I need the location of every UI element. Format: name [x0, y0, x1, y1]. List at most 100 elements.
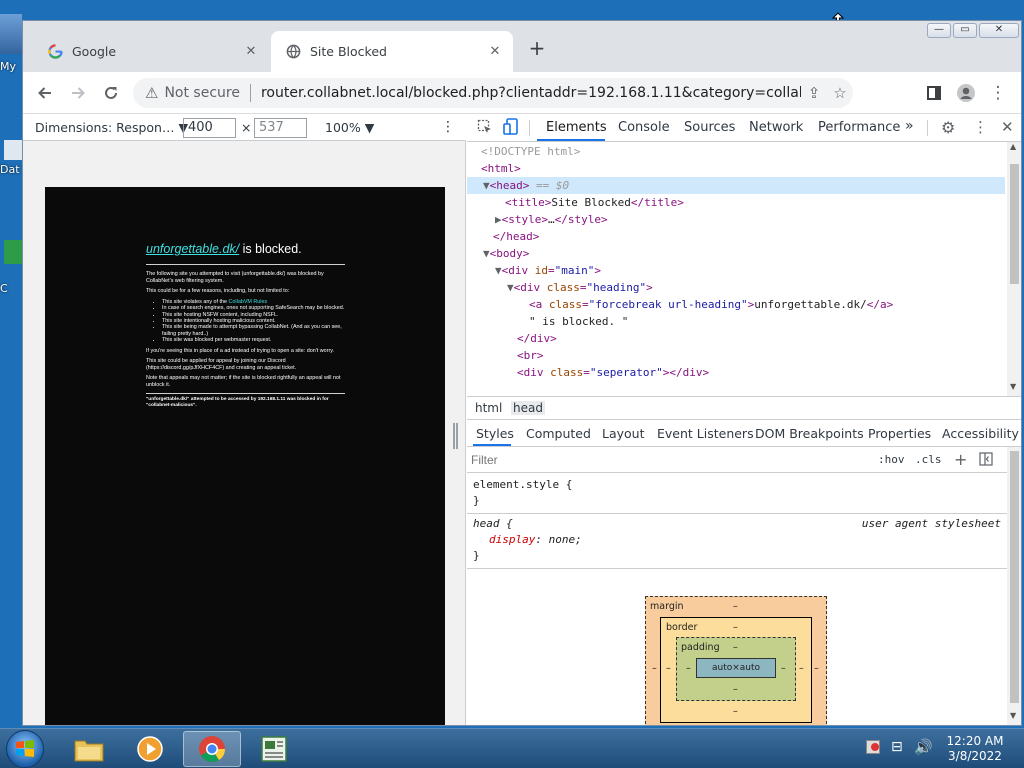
dom-node[interactable]: <div class="seperator"></div> [467, 364, 1005, 381]
tab-sources[interactable]: Sources [684, 120, 735, 135]
collapse-arrow-icon[interactable]: ▼ [483, 179, 490, 192]
margin-left-value[interactable]: – [652, 663, 657, 674]
new-rule-icon[interactable]: + [954, 450, 967, 469]
dom-node[interactable]: <title>Site Blocked</title> [467, 194, 1005, 211]
tab-computed[interactable]: Computed [526, 426, 591, 441]
taskbar-document[interactable] [245, 731, 303, 767]
scroll-down-icon[interactable]: ▼ [1010, 711, 1016, 720]
profile-avatar-icon[interactable] [954, 81, 978, 105]
margin-top-value[interactable]: – [733, 601, 738, 612]
dom-node[interactable]: <!DOCTYPE html> [467, 143, 1005, 160]
collabvm-rules-link[interactable]: CollabVM Rules [229, 299, 268, 305]
taskbar-explorer[interactable] [60, 731, 118, 767]
crumb-html[interactable]: html [475, 401, 502, 415]
dom-node[interactable]: <br> [467, 347, 1005, 364]
border-right-value[interactable]: – [799, 663, 804, 674]
new-tab-button[interactable]: + [523, 35, 551, 63]
taskbar-media-player[interactable] [121, 731, 179, 767]
tab-properties[interactable]: Properties [868, 426, 931, 441]
security-label[interactable]: Not secure [164, 85, 240, 101]
border-top-value[interactable]: – [733, 622, 738, 633]
desktop-icon-green[interactable] [4, 240, 22, 264]
close-tab-icon[interactable]: ✕ [485, 44, 505, 59]
chrome-menu-icon[interactable]: ⋮ [986, 81, 1010, 105]
computed-sidebar-icon[interactable] [979, 452, 993, 469]
dom-node[interactable]: </div> [467, 330, 1005, 347]
scroll-thumb[interactable] [1010, 451, 1019, 703]
desktop-icon-computer[interactable] [0, 14, 22, 54]
maximize-button[interactable]: ▭ [953, 23, 977, 38]
rule-source[interactable]: user agent stylesheet [862, 516, 1001, 532]
tab-elements[interactable]: Elements [546, 120, 607, 135]
network-icon[interactable]: ⊟ [891, 739, 903, 755]
dom-node[interactable]: " is blocked. " [467, 313, 1005, 330]
scroll-up-icon[interactable]: ▲ [1010, 142, 1016, 151]
settings-gear-icon[interactable]: ⚙ [941, 118, 955, 137]
url-text[interactable]: router.collabnet.local/blocked.php?clien… [261, 85, 801, 101]
hover-state-toggle[interactable]: :hov [878, 453, 905, 466]
scroll-thumb[interactable] [1010, 164, 1019, 284]
class-toggle[interactable]: .cls [915, 453, 942, 466]
volume-icon[interactable]: 🔊 [914, 738, 933, 756]
tab-dom-breakpoints[interactable]: DOM Breakpoints [755, 426, 864, 441]
tab-site-blocked[interactable]: Site Blocked ✕ [271, 31, 513, 72]
dom-node[interactable]: </head> [467, 228, 1005, 245]
address-bar[interactable]: ⚠ Not secure router.collabnet.local/bloc… [133, 78, 853, 108]
warning-icon[interactable]: ⚠ [145, 84, 158, 102]
reload-icon[interactable] [99, 81, 123, 105]
dom-node[interactable]: <html> [467, 160, 1005, 177]
width-input[interactable]: 400 [183, 118, 236, 138]
crumb-head[interactable]: head [511, 401, 545, 415]
blocked-url-link[interactable]: unforgettable.dk/ [146, 242, 239, 256]
minimize-button[interactable]: — [927, 23, 951, 38]
scroll-down-icon[interactable]: ▼ [1010, 382, 1016, 391]
dom-node[interactable]: <a class="forcebreak url-heading">unforg… [467, 296, 1005, 313]
dom-node-selected[interactable]: ▼<head> == $0 [467, 177, 1005, 194]
padding-bottom-value[interactable]: – [733, 684, 738, 695]
element-style-rule[interactable]: element.style { } [467, 473, 1021, 514]
collapse-arrow-icon[interactable]: ▼ [483, 247, 490, 260]
back-arrow-icon[interactable] [33, 81, 57, 105]
share-icon[interactable]: ⇪ [801, 84, 827, 102]
tab-accessibility[interactable]: Accessibility [942, 426, 1019, 441]
taskbar-chrome[interactable] [183, 731, 241, 767]
tab-network[interactable]: Network [749, 120, 803, 135]
dom-node[interactable]: ▼<body> [467, 245, 1005, 262]
collapse-arrow-icon[interactable]: ▼ [507, 281, 514, 294]
side-panel-icon[interactable] [922, 81, 946, 105]
styles-scrollbar[interactable]: ▼ [1007, 447, 1021, 725]
border-bottom-value[interactable]: – [733, 706, 738, 717]
dom-node[interactable]: ▶<style>…</style> [467, 211, 1005, 228]
device-toggle-icon[interactable] [503, 118, 519, 140]
tab-google[interactable]: Google ✕ [33, 31, 269, 72]
rule-declaration[interactable]: display: none; [473, 532, 1017, 548]
head-ua-rule[interactable]: head { user agent stylesheet display: no… [467, 514, 1021, 569]
padding-top-value[interactable]: – [733, 642, 738, 653]
close-tab-icon[interactable]: ✕ [241, 44, 261, 59]
inspect-element-icon[interactable] [477, 119, 493, 139]
device-menu-icon[interactable]: ⋮ [441, 119, 455, 135]
tab-styles[interactable]: Styles [476, 426, 514, 441]
dom-node[interactable]: ▼<div class="heading"> [467, 279, 1005, 296]
margin-right-value[interactable]: – [814, 663, 819, 674]
tab-console[interactable]: Console [618, 120, 670, 135]
tab-performance[interactable]: Performance [818, 120, 900, 135]
padding-left-value[interactable]: – [686, 663, 691, 674]
border-left-value[interactable]: – [666, 663, 671, 674]
desktop-icon-data[interactable] [4, 140, 22, 160]
more-tabs-icon[interactable]: » [905, 118, 914, 134]
elements-scrollbar[interactable]: ▲ ▼ [1007, 142, 1021, 396]
bookmark-star-icon[interactable]: ☆ [827, 84, 853, 102]
forward-arrow-icon[interactable] [66, 81, 90, 105]
collapse-arrow-icon[interactable]: ▼ [495, 264, 502, 277]
start-button[interactable] [6, 730, 44, 768]
close-window-button[interactable]: ✕ [979, 23, 1019, 38]
dimensions-dropdown[interactable]: Dimensions: Respon… ▼ [35, 120, 188, 135]
action-center-icon[interactable] [866, 740, 880, 754]
styles-filter-input[interactable] [471, 450, 861, 469]
tab-layout[interactable]: Layout [602, 426, 645, 441]
content-box[interactable]: auto×auto [696, 658, 776, 678]
zoom-dropdown[interactable]: 100% ▼ [325, 120, 374, 135]
expand-arrow-icon[interactable]: ▶ [495, 213, 502, 226]
close-devtools-icon[interactable]: ✕ [1001, 118, 1014, 136]
